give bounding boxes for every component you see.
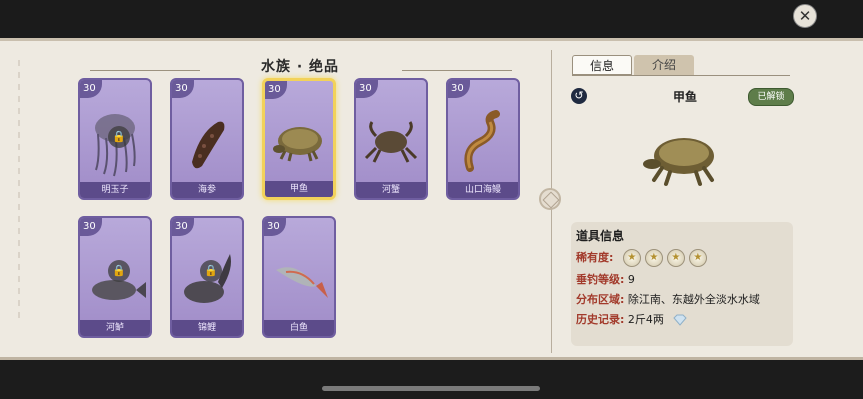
tabs-underline: [572, 75, 790, 76]
properties-title: 道具信息: [576, 229, 625, 243]
card-name: 甲鱼: [265, 181, 333, 197]
title-line-left: [90, 70, 200, 71]
card-jiayu[interactable]: 30 甲鱼: [262, 78, 336, 200]
star-icon: ★: [688, 249, 707, 267]
record-value: 2斤4两: [627, 313, 664, 326]
section-title: 水族 · 绝品: [260, 59, 340, 75]
card-level-badge: 30: [448, 80, 470, 98]
ornament-icon: [539, 188, 561, 210]
star-icon: ★: [622, 249, 641, 267]
decorative-border: [10, 60, 28, 320]
bottom-bar: [0, 360, 863, 399]
close-button[interactable]: ✕: [793, 4, 817, 28]
card-baiyu[interactable]: 30 白鱼: [262, 216, 336, 338]
card-hexie[interactable]: 30 河蟹: [354, 78, 428, 200]
softshell-turtle-icon: [643, 138, 714, 186]
card-level-badge: 30: [172, 218, 194, 236]
status-badge: 已解锁: [748, 88, 794, 106]
card-name: 明玉子: [80, 182, 150, 198]
star-icon: ★: [644, 249, 663, 267]
area-row: 分布区域: 除江南、东越外全淡水水域: [576, 291, 760, 307]
top-bar: [0, 0, 863, 38]
softshell-turtle-icon: [273, 127, 322, 162]
record-label: 历史记录:: [576, 313, 625, 326]
lock-icon: 🔒: [108, 260, 130, 282]
whitefish-icon: [276, 267, 328, 298]
area-value: 除江南、东越外全淡水水域: [627, 293, 760, 306]
card-helu[interactable]: 30 🔒 河鲈: [78, 216, 152, 338]
card-level-badge: 30: [265, 81, 287, 99]
diamond-icon: [673, 314, 688, 326]
home-indicator[interactable]: [322, 386, 540, 391]
card-level-badge: 30: [80, 218, 102, 236]
rarity-label: 稀有度:: [576, 251, 614, 264]
card-mingyuzi[interactable]: 30 🔒 明玉子: [78, 78, 152, 200]
card-name: 河鲈: [80, 320, 150, 336]
crab-icon: [364, 121, 418, 163]
record-row: 历史记录: 2斤4两: [576, 311, 688, 327]
eel-icon: [464, 110, 500, 172]
card-name: 锦鲤: [172, 320, 242, 336]
title-line-right: [402, 70, 512, 71]
lock-icon: 🔒: [200, 260, 222, 282]
close-icon: ✕: [798, 7, 812, 25]
back-icon[interactable]: ↺: [571, 88, 587, 104]
level-row: 垂钓等级: 9: [576, 271, 635, 287]
item-name: 甲鱼: [672, 90, 697, 104]
card-jinli[interactable]: 30 🔒 锦鲤: [170, 216, 244, 338]
rarity-stars: ★ ★ ★ ★: [622, 249, 711, 267]
star-icon: ★: [666, 249, 685, 267]
card-name: 河蟹: [356, 182, 426, 198]
lock-icon: 🔒: [108, 126, 130, 148]
level-label: 垂钓等级:: [576, 273, 625, 286]
card-level-badge: 30: [264, 218, 286, 236]
tab-info[interactable]: 信息: [572, 55, 632, 75]
card-name: 山口海鳗: [448, 182, 518, 198]
card-shankouhaiman[interactable]: 30 山口海鳗: [446, 78, 520, 200]
area-label: 分布区域:: [576, 293, 625, 306]
sea-cucumber-icon: [192, 121, 225, 169]
card-level-badge: 30: [172, 80, 194, 98]
card-level-badge: 30: [356, 80, 378, 98]
tab-intro[interactable]: 介绍: [634, 55, 694, 75]
card-name: 白鱼: [264, 320, 334, 336]
rarity-row: 稀有度: ★ ★ ★ ★: [576, 249, 711, 267]
card-level-badge: 30: [80, 80, 102, 98]
level-value: 9: [627, 273, 635, 286]
card-name: 海参: [172, 182, 242, 198]
card-haishen[interactable]: 30 海参: [170, 78, 244, 200]
